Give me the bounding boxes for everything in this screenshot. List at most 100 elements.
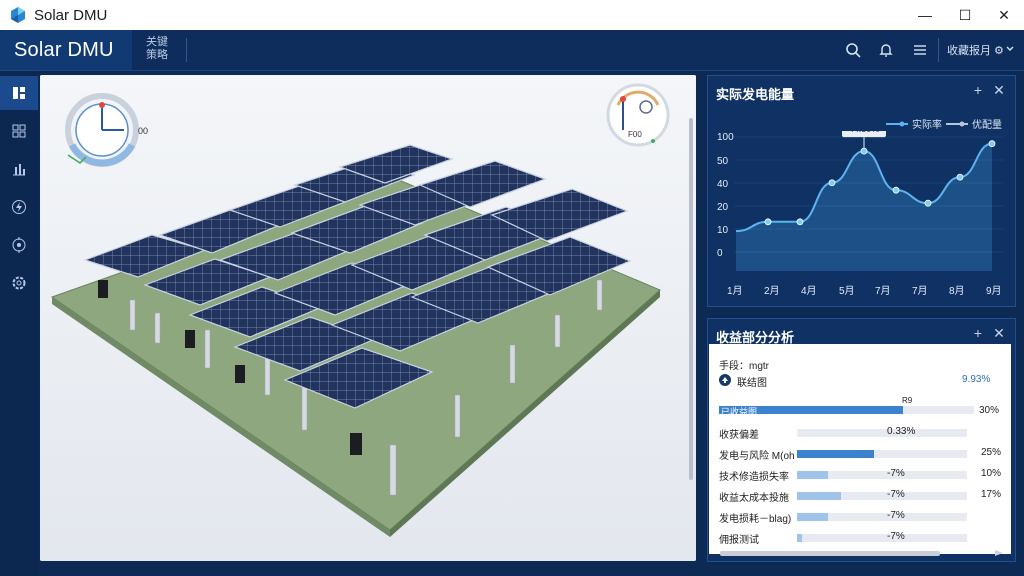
revenue-row-fill [797, 471, 828, 479]
y-tick: 40 [717, 179, 729, 190]
revenue-row-delta: -7% [887, 489, 905, 500]
data-point[interactable] [924, 199, 932, 207]
chevron-down-icon[interactable] [1003, 42, 1017, 56]
lightning-icon [12, 200, 26, 214]
revenue-row-value: 17% [981, 489, 1002, 500]
data-point[interactable] [956, 173, 964, 181]
list-icon[interactable] [910, 40, 930, 60]
revenue-panel: 收益部分分析 + ✕ 手段：mgtr 联结图 9.93% R9 已收益图 30%… [707, 318, 1016, 562]
user-menu[interactable]: 收藏报月 ⚙ [947, 42, 1004, 58]
top-bar-annotation: R9 [902, 396, 913, 405]
data-point[interactable] [796, 218, 804, 226]
3d-viewport[interactable]: 00 F00 [40, 75, 696, 561]
add-icon[interactable]: + [970, 82, 986, 98]
revenue-header-line: 手段：mgtr [719, 361, 769, 372]
revenue-row-value: 10% [981, 468, 1002, 479]
x-tick: 8月 [949, 286, 965, 297]
revenue-row-fill [797, 450, 874, 458]
info-up-icon [719, 374, 731, 386]
bar-chart-icon [13, 164, 25, 176]
sidebar-item-dashboard[interactable] [0, 76, 38, 110]
revenue-row-delta: -7% [887, 468, 905, 479]
revenue-row-label: 佣报测试 [719, 535, 759, 546]
legend-label-planned: 优配量 [972, 120, 1002, 131]
window-title: Solar DMU [34, 6, 108, 24]
legend-item-actual: 实际率 [886, 116, 942, 131]
y-tick: 10 [717, 225, 729, 236]
revenue-row-label: 收益太成本投施 [719, 493, 789, 504]
compass-label: 00 [138, 126, 148, 136]
grid-icon [12, 124, 26, 138]
revenue-scrollbar[interactable] [720, 551, 940, 556]
window-titlebar: Solar DMU [0, 0, 1024, 30]
top-bar-label: 已收益图 [721, 407, 758, 417]
compass-widget[interactable] [65, 93, 139, 167]
revenue-row-value: 25% [981, 447, 1002, 458]
chart-tooltip-text: 44.50% [849, 131, 880, 134]
target-icon [12, 237, 26, 253]
minimize-button[interactable]: — [905, 0, 945, 30]
brand-name: Solar DMU [14, 38, 114, 61]
sidebar-item-settings[interactable] [0, 266, 38, 300]
revenue-row-delta: -7% [887, 510, 905, 521]
x-tick: 9月 [986, 286, 1002, 297]
y-tick: 100 [717, 132, 734, 143]
data-point[interactable] [860, 147, 868, 155]
settings-icon [12, 276, 26, 290]
header-divider [186, 38, 187, 62]
sidebar-item-target[interactable] [0, 228, 38, 262]
revenue-list: 手段：mgtr 联结图 9.93% R9 已收益图 30% 收获偏差 0.33% 发… [709, 344, 1011, 554]
data-point[interactable] [828, 179, 836, 187]
close-icon[interactable]: ✕ [991, 82, 1007, 98]
revenue-row-label: 收获偏差 [719, 430, 759, 441]
power-panel: 实际发电能量 + ✕ 实际率 优配量 100 50 40 20 10 0 44.… [707, 75, 1016, 307]
x-tick: 7月 [875, 286, 891, 297]
app-header: Solar DMU 关键 策略 收藏报月 ⚙ [0, 30, 1024, 71]
legend-line-icon [946, 121, 968, 126]
y-tick: 20 [717, 202, 729, 213]
top-bar-value: 30% [979, 405, 1000, 416]
legend-line-icon [886, 121, 908, 126]
x-tick: 4月 [801, 286, 817, 297]
maximize-button[interactable]: ☐ [945, 0, 985, 30]
sidebar-item-grid[interactable] [0, 114, 38, 148]
revenue-row-label: 发电与风险 M(oh [719, 451, 795, 462]
close-button[interactable]: ✕ [984, 0, 1024, 30]
brand-subtitle: 关键 策略 [146, 36, 168, 61]
power-panel-title: 实际发电能量 [716, 87, 795, 102]
legend-item-planned: 优配量 [946, 116, 1002, 131]
close-icon[interactable]: ✕ [991, 325, 1007, 341]
revenue-row-delta: -7% [887, 531, 905, 542]
sidebar-item-stats[interactable] [0, 152, 38, 186]
data-point[interactable] [988, 140, 996, 148]
x-tick: 1月 [727, 286, 743, 297]
revenue-row-label: 技术修造损失率 [719, 472, 789, 483]
revenue-row-track [797, 429, 967, 437]
bell-icon[interactable] [876, 40, 896, 60]
x-tick: 2月 [764, 286, 780, 297]
dashboard-icon [13, 87, 25, 99]
add-icon[interactable]: + [970, 325, 986, 341]
app-logo-icon [11, 7, 25, 23]
legend-label-actual: 实际率 [912, 120, 942, 131]
power-line-chart[interactable]: 44.50% [734, 131, 1004, 279]
header-divider-right [938, 38, 939, 62]
x-tick: 7月 [912, 286, 928, 297]
x-tick: 5月 [839, 286, 855, 297]
data-point[interactable] [764, 218, 772, 226]
data-point[interactable] [892, 186, 900, 194]
summary-label: 联结图 [737, 378, 767, 389]
revenue-row-fill [797, 492, 841, 500]
viewport-scrollbar[interactable] [689, 118, 693, 480]
sidebar [0, 71, 38, 576]
y-tick: 0 [717, 248, 723, 259]
series-area [736, 143, 992, 271]
revenue-row-fill [797, 534, 802, 542]
sidebar-item-energy[interactable] [0, 190, 38, 224]
summary-value: 9.93% [962, 374, 991, 385]
revenue-row-delta: 0.33% [887, 426, 916, 437]
scroll-right-icon[interactable] [994, 549, 1004, 557]
solar-farm-model[interactable]: 00 F00 [40, 75, 696, 561]
search-icon[interactable] [843, 40, 863, 60]
brand: Solar DMU [0, 30, 132, 70]
